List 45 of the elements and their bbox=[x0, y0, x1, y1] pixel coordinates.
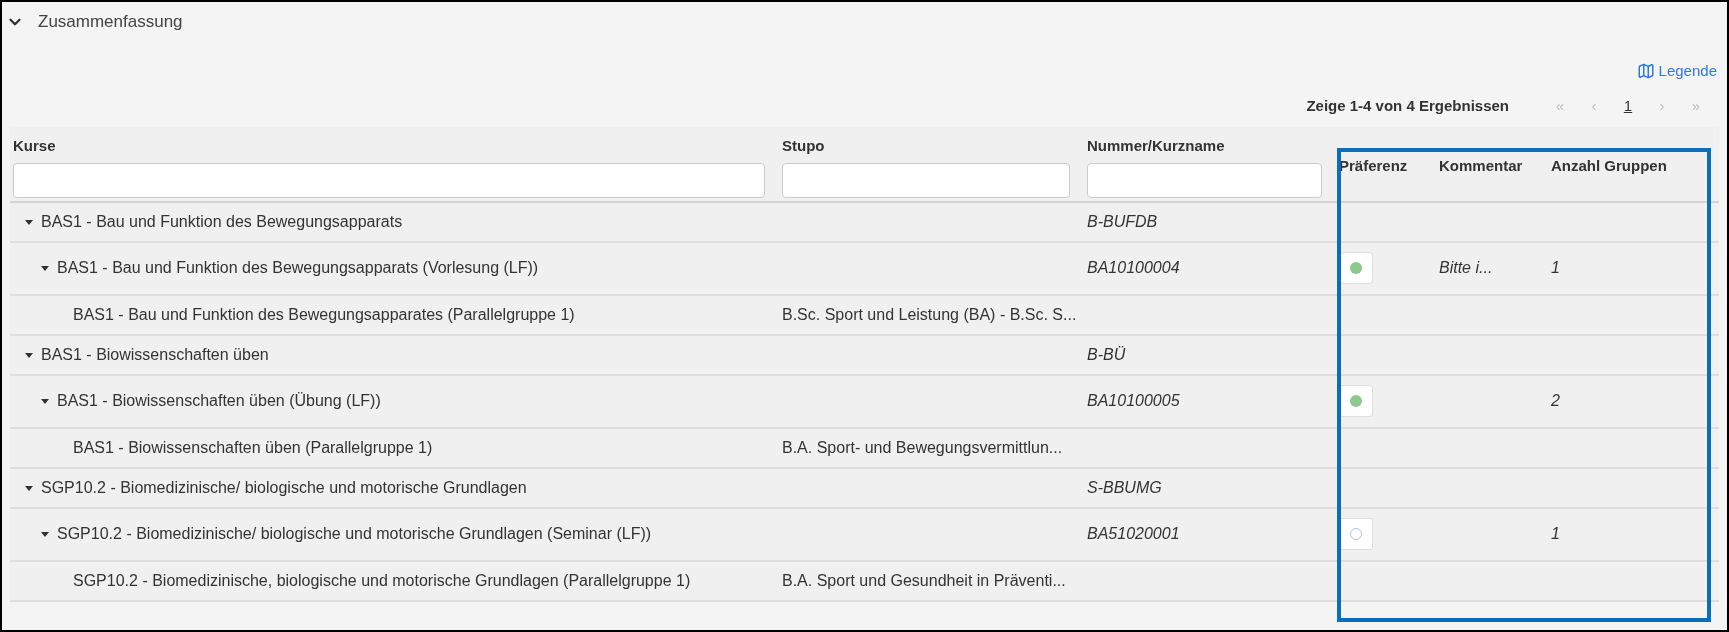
caret-down-icon[interactable] bbox=[41, 530, 49, 538]
preference-toggle[interactable] bbox=[1339, 518, 1373, 550]
preference-toggle[interactable] bbox=[1339, 385, 1373, 417]
legend-link[interactable]: Legende bbox=[1636, 60, 1717, 83]
stupo-text: B.A. Sport und Gesundheit in Präventi... bbox=[782, 571, 1066, 589]
caret-down-icon[interactable] bbox=[25, 483, 33, 492]
course-number: B-BUFDB bbox=[1087, 212, 1158, 230]
course-name: BAS1 - Biowissenschaften üben bbox=[41, 344, 269, 365]
course-name: SGP10.2 - Biomedizinische, biologische und motorische Grundlagen (Parallelgruppe 1) bbox=[73, 570, 691, 591]
course-name: BAS1 - Bau und Funktion des Bewegungsapparats bbox=[41, 211, 403, 232]
stupo-text: B.A. Sport- und Bewegungsvermittlun... bbox=[782, 438, 1063, 456]
column-header: Präferenz bbox=[1339, 155, 1409, 176]
filter-field[interactable] bbox=[782, 163, 1070, 198]
map-icon bbox=[1636, 62, 1655, 81]
section-title[interactable]: Zusammenfassung bbox=[38, 9, 183, 35]
course-number: BA10100005 bbox=[1087, 392, 1180, 409]
column-header: Kommentar bbox=[1439, 155, 1524, 176]
course-name: BAS1 - Biowissenschaften üben (Parallelgruppe 1) bbox=[73, 437, 433, 458]
group-count: 1 bbox=[1551, 259, 1560, 276]
group-count: 1 bbox=[1551, 525, 1560, 542]
course-name: BAS1 - Bau und Funktion des Bewegungsapparates (Parallelgruppe 1) bbox=[73, 304, 575, 325]
course-name: BAS1 - Bau und Funktion des Bewegungsapparats (Vorlesung (LF)) bbox=[57, 258, 539, 278]
page-link[interactable]: 1 bbox=[1611, 95, 1645, 118]
caret-down-icon[interactable] bbox=[25, 217, 33, 226]
filter-field[interactable] bbox=[1087, 163, 1322, 198]
stupo-text: B.Sc. Sport und Leistung (BA) - B.Sc. S... bbox=[782, 305, 1077, 323]
results-summary: Zeige 1-4 von 4 Ergebnissen bbox=[1306, 96, 1509, 117]
comment-text: Bitte i... bbox=[1439, 259, 1493, 276]
column-header: Stupo bbox=[782, 135, 826, 156]
caret-down-icon[interactable] bbox=[25, 350, 33, 359]
course-number: S-BBUMG bbox=[1087, 478, 1162, 496]
caret-down-icon[interactable] bbox=[41, 397, 49, 405]
column-header: Anzahl Gruppen bbox=[1551, 155, 1668, 176]
course-name: BAS1 - Biowissenschaften üben (Übung (LF)) bbox=[57, 391, 381, 411]
column-header: Kurse bbox=[13, 135, 57, 156]
filter-field[interactable] bbox=[13, 163, 765, 198]
column-header: Nummer/Kurzname bbox=[1087, 135, 1226, 156]
course-name: SGP10.2 - Biomedizinische/ biologische und motorische Grundlagen bbox=[41, 477, 527, 498]
caret-down-icon[interactable] bbox=[41, 264, 49, 272]
preference-toggle[interactable] bbox=[1339, 252, 1373, 284]
group-count: 2 bbox=[1551, 392, 1560, 409]
course-number: B-BÜ bbox=[1087, 345, 1126, 363]
course-number: BA10100004 bbox=[1087, 259, 1180, 276]
course-number: BA51020001 bbox=[1087, 525, 1180, 542]
course-name: SGP10.2 - Biomedizinische/ biologische und motorische Grundlagen (Seminar (LF)) bbox=[57, 524, 652, 544]
